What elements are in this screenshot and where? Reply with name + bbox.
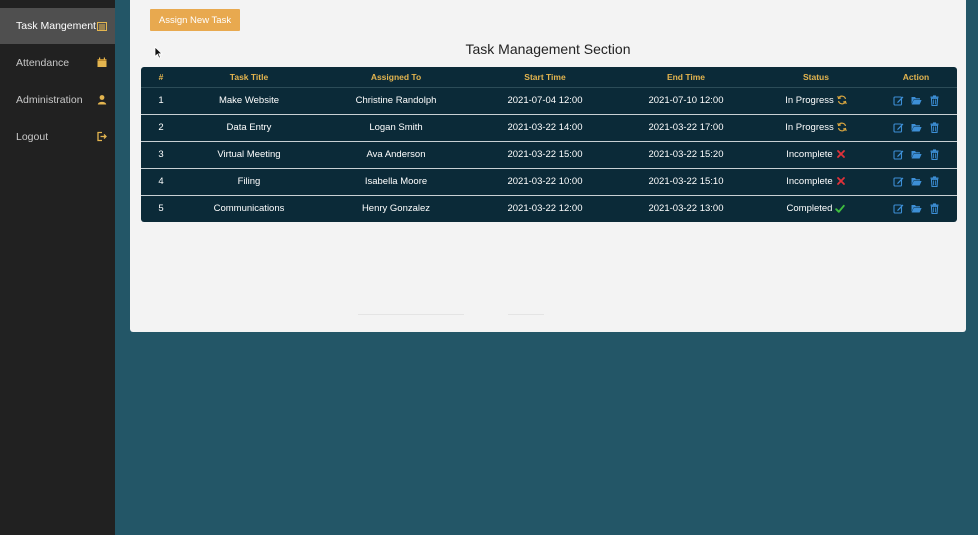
folder-open-icon[interactable] bbox=[911, 149, 922, 160]
task-table: # Task Title Assigned To Start Time End … bbox=[141, 67, 957, 222]
status-text: Incomplete bbox=[786, 149, 833, 160]
assigned-to: Isabella Moore bbox=[317, 168, 475, 196]
task-title: Virtual Meeting bbox=[181, 141, 317, 169]
logout-icon bbox=[96, 131, 107, 142]
action-cell bbox=[875, 114, 957, 142]
edit-icon[interactable] bbox=[892, 149, 904, 160]
page-title: Task Management Section bbox=[465, 41, 631, 57]
table-row: 2 Data Entry Logan Smith 2021-03-22 14:0… bbox=[141, 114, 957, 142]
status-text: Completed bbox=[786, 203, 833, 215]
row-number: 2 bbox=[141, 114, 181, 142]
action-cell bbox=[875, 141, 957, 169]
end-time: 2021-07-10 12:00 bbox=[615, 87, 757, 115]
action-cell bbox=[875, 195, 957, 222]
start-time: 2021-03-22 15:00 bbox=[475, 141, 615, 169]
table-row: 3 Virtual Meeting Ava Anderson 2021-03-2… bbox=[141, 141, 957, 169]
divider bbox=[358, 314, 464, 315]
action-cell bbox=[875, 87, 957, 115]
column-header: Start Time bbox=[475, 67, 615, 88]
table-header-row: # Task Title Assigned To Start Time End … bbox=[141, 67, 957, 88]
tasks-icon bbox=[96, 21, 107, 32]
assigned-to: Henry Gonzalez bbox=[361, 203, 431, 215]
task-title: Filing bbox=[181, 168, 317, 196]
cross-icon bbox=[836, 149, 846, 159]
start-time: 2021-03-22 12:00 bbox=[507, 203, 583, 215]
column-header: Status bbox=[757, 67, 875, 88]
sidebar-item-logout[interactable]: Logout bbox=[0, 118, 115, 155]
edit-icon[interactable] bbox=[892, 176, 904, 187]
end-time: 2021-03-22 15:10 bbox=[615, 168, 757, 196]
start-time: 2021-07-04 12:00 bbox=[475, 87, 615, 115]
table-row: 1 Make Website Christine Randolph 2021-0… bbox=[141, 87, 957, 115]
edit-icon[interactable] bbox=[892, 203, 904, 214]
status-cell: Incomplete bbox=[757, 168, 875, 196]
edit-icon[interactable] bbox=[892, 95, 904, 106]
status-text: In Progress bbox=[785, 122, 834, 133]
column-header: # bbox=[141, 67, 181, 88]
action-cell bbox=[875, 168, 957, 196]
row-number: 5 bbox=[158, 203, 164, 215]
end-time: 2021-03-22 15:20 bbox=[615, 141, 757, 169]
sidebar-item-attendance[interactable]: Attendance bbox=[0, 44, 115, 81]
user-icon bbox=[96, 94, 107, 105]
status-text: Incomplete bbox=[786, 176, 833, 187]
folder-open-icon[interactable] bbox=[911, 203, 922, 214]
check-icon bbox=[835, 204, 846, 214]
refresh-icon bbox=[837, 95, 847, 105]
column-header: Action bbox=[875, 67, 957, 88]
trash-icon[interactable] bbox=[929, 176, 940, 187]
task-title: Make Website bbox=[181, 87, 317, 115]
trash-icon[interactable] bbox=[929, 203, 940, 215]
end-time: 2021-03-22 17:00 bbox=[615, 114, 757, 142]
row-number: 4 bbox=[141, 168, 181, 196]
sidebar: Task Mangement Attendance Administration… bbox=[0, 0, 115, 535]
status-cell: Completed bbox=[757, 195, 875, 222]
status-text: In Progress bbox=[785, 95, 834, 106]
status-cell: In Progress bbox=[757, 114, 875, 142]
row-number: 1 bbox=[141, 87, 181, 115]
sidebar-item-administration[interactable]: Administration bbox=[0, 81, 115, 118]
table-row: 4 Filing Isabella Moore 2021-03-22 10:00… bbox=[141, 168, 957, 196]
refresh-icon bbox=[837, 122, 847, 132]
mouse-cursor-icon bbox=[154, 46, 163, 59]
trash-icon[interactable] bbox=[929, 95, 940, 106]
status-cell: In Progress bbox=[757, 87, 875, 115]
column-header: End Time bbox=[615, 67, 757, 88]
assigned-to: Ava Anderson bbox=[317, 141, 475, 169]
folder-open-icon[interactable] bbox=[911, 122, 922, 133]
sidebar-item-task-management[interactable]: Task Mangement bbox=[0, 8, 115, 44]
start-time: 2021-03-22 14:00 bbox=[475, 114, 615, 142]
folder-open-icon[interactable] bbox=[911, 95, 922, 106]
edit-icon[interactable] bbox=[892, 122, 904, 133]
column-header: Assigned To bbox=[317, 67, 475, 88]
assigned-to: Logan Smith bbox=[317, 114, 475, 142]
task-title: Data Entry bbox=[181, 114, 317, 142]
calendar-icon bbox=[96, 57, 107, 68]
main-panel: Assign New Task Task Management Section … bbox=[130, 0, 966, 332]
end-time: 2021-03-22 13:00 bbox=[648, 203, 724, 215]
folder-open-icon[interactable] bbox=[911, 176, 922, 187]
assign-new-task-button[interactable]: Assign New Task bbox=[150, 9, 240, 31]
trash-icon[interactable] bbox=[929, 149, 940, 160]
column-header: Task Title bbox=[181, 67, 317, 88]
trash-icon[interactable] bbox=[929, 122, 940, 133]
cross-icon bbox=[836, 176, 846, 186]
row-number: 3 bbox=[141, 141, 181, 169]
status-cell: Incomplete bbox=[757, 141, 875, 169]
divider bbox=[508, 314, 544, 315]
table-row: 5 Communications Henry Gonzalez 2021-03-… bbox=[141, 195, 957, 222]
assigned-to: Christine Randolph bbox=[317, 87, 475, 115]
start-time: 2021-03-22 10:00 bbox=[475, 168, 615, 196]
task-title: Communications bbox=[213, 203, 285, 215]
